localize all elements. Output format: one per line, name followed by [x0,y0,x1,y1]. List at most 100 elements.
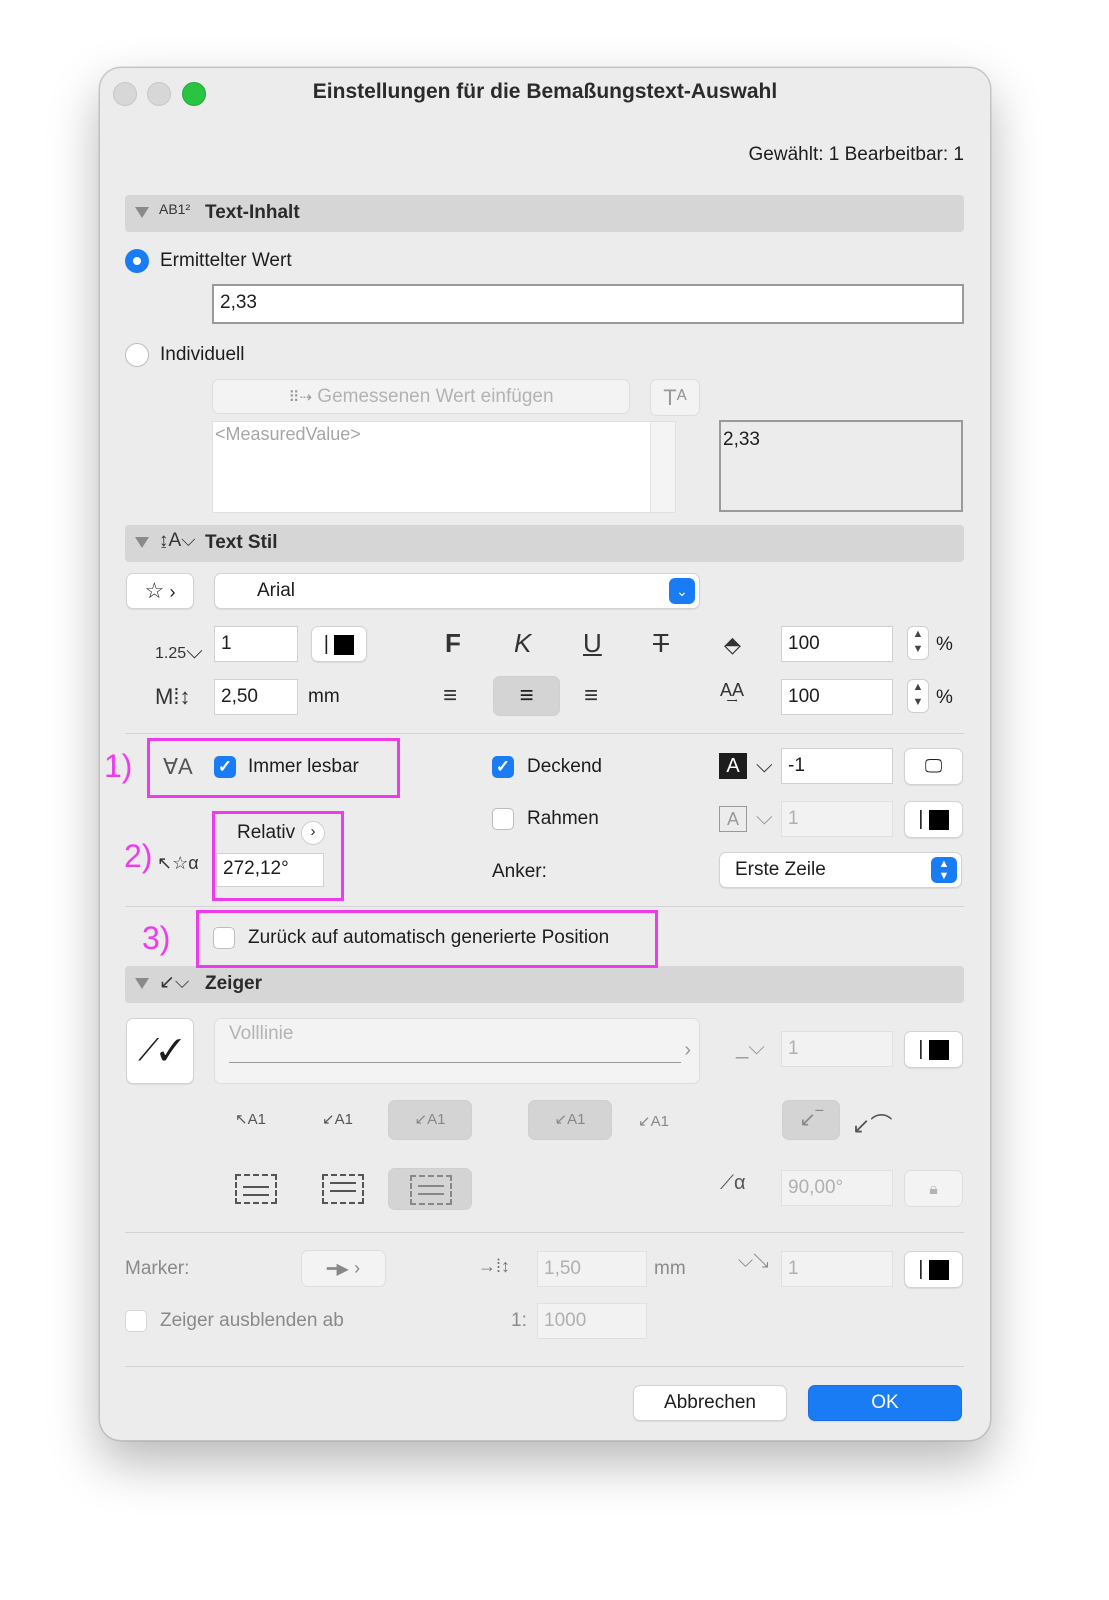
text-size-field[interactable]: 2,50 [214,679,298,715]
ok-button[interactable]: OK [808,1385,962,1421]
section-header-text-style[interactable]: ↨A⌵ Text Stil [125,525,964,562]
text-pen-field[interactable]: 1 [214,626,298,662]
font-name: Arial [257,580,296,601]
leader-type-1-button[interactable]: ↖A1 [235,1110,266,1128]
opaque-checkbox[interactable]: ✓ [492,756,514,778]
leader-angle-field[interactable]: 90,00° [781,1170,893,1206]
section-title: Text Stil [205,532,278,553]
section-header-leader[interactable]: ↙⌵ Zeiger [125,966,964,1003]
text-size-icon: M⁞↕ [155,684,191,709]
align-center-icon: ≡ [519,682,534,709]
radio-custom-label: Individuell [160,344,245,365]
anchor-bottom-button[interactable] [388,1168,472,1210]
pen-icon: ⌵ [756,804,773,829]
updown-chevron-icon: ▲ ▼ [931,857,957,883]
line-type-preview [229,1062,681,1063]
letter-spacing-unit: % [936,687,953,708]
letter-spacing-field[interactable]: 100 [781,679,893,715]
color-swatch-black [928,1259,949,1280]
leader-type-5-button[interactable]: ↙A1 [638,1112,669,1130]
leader-type-3-button[interactable]: ↙A1 [388,1100,472,1140]
disclosure-triangle-icon[interactable] [135,207,149,218]
frame-color-button[interactable]: | [904,801,963,838]
marker-size-unit: mm [654,1258,686,1279]
marker-color-button[interactable]: | [904,1251,963,1288]
text-color-button[interactable]: | [311,626,367,662]
text-format-button[interactable]: Tᴬ [650,379,700,416]
disclosure-triangle-icon[interactable] [135,537,149,548]
anchor-middle-button[interactable] [322,1174,364,1204]
marker-label: Marker: [125,1258,190,1279]
anchor-value: Erste Zeile [735,859,826,880]
frame-icon: A [719,806,747,832]
marker-type-button[interactable]: ━▶ › [301,1250,386,1287]
leader-type-4-button[interactable]: ↙A1 [528,1100,612,1140]
bold-button[interactable]: F [445,628,461,659]
background-fill-icon: A [719,753,747,779]
anchor-top-button[interactable] [235,1174,277,1204]
hide-scale-field[interactable]: 1000 [537,1303,647,1339]
divider [125,906,964,907]
favorites-button[interactable]: ☆ › [126,573,194,609]
leader-angle-icon: ⟋α [720,1172,746,1194]
arrow-marker-icon: ━▶ [326,1261,349,1278]
background-color-button[interactable]: 🖵 [904,748,963,785]
marker-size-field[interactable]: 1,50 [537,1251,647,1287]
letter-spacing-icon: A͢A [720,680,745,700]
align-left-icon[interactable]: ≡ [443,682,457,710]
cancel-button[interactable]: Abbrechen [633,1385,787,1421]
hide-leader-checkbox[interactable] [125,1310,147,1332]
leader-type-2-button[interactable]: ↙A1 [322,1110,353,1128]
insert-measured-value-button[interactable]: ⠿⇢ Gemessenen Wert einfügen [212,379,630,414]
custom-text-area[interactable]: <MeasuredValue> [212,421,676,513]
leader-pen-icon: _⌵ [736,1034,765,1059]
disclosure-triangle-icon[interactable] [135,978,149,989]
line-type-select[interactable]: Volllinie › [214,1018,700,1084]
leader-straight-button[interactable]: ↙‾ [782,1100,840,1140]
background-pen-field[interactable]: -1 [781,748,893,784]
leader-pen-field[interactable]: 1 [781,1031,893,1067]
divider [125,1366,964,1367]
text-style-icon: ↨A⌵ [159,530,196,551]
leader-toggle-button[interactable]: ⟋✓ [126,1018,194,1084]
text-size-unit: mm [308,686,340,707]
underline-button[interactable]: U [583,628,602,659]
annotation-marker-3: 3) [142,920,171,956]
anchor-select[interactable]: Erste Zeile ▲ ▼ [719,852,962,888]
align-center-button[interactable]: ≡ [493,676,560,716]
monitor-icon: 🖵 [924,756,943,776]
strikethrough-button[interactable]: T [653,628,669,659]
align-right-icon[interactable]: ≡ [584,682,598,710]
scale-prefix: 1: [511,1310,527,1331]
frame-checkbox[interactable] [492,808,514,830]
marker-size-icon: →⁞↕ [478,1256,511,1276]
leader-curved-icon[interactable]: ↙⌒ [852,1108,892,1140]
text-area-scrollbar[interactable] [650,422,675,512]
text-width-field[interactable]: 100 [781,626,893,662]
preview-value: 2,33 [723,429,760,450]
annotation-marker-2: 2) [124,838,153,874]
annotation-marker-1: 1) [104,748,133,784]
preview-box: 2,33 [719,420,963,512]
text-width-stepper[interactable]: ▲ ▼ [907,626,929,660]
radio-measured-value[interactable] [125,249,149,273]
chevron-down-icon[interactable]: ⌄ [669,578,695,604]
measured-value-field[interactable]: 2,33 [212,284,964,324]
section-title: Zeiger [205,973,263,994]
leader-color-button[interactable]: | [904,1031,963,1068]
lock-button[interactable]: 🔒︎ [904,1170,963,1207]
section-header-text-content[interactable]: AB1² Text-Inhalt [125,195,964,232]
frame-pen-field[interactable]: 1 [781,801,893,837]
divider [125,733,964,734]
font-select[interactable]: Arial ⌄ [214,573,700,609]
highlight-box-3 [196,910,658,968]
text-content-icon: AB1² [159,201,191,217]
radio-measured-label: Ermittelter Wert [160,250,292,271]
pen-size-icon: 1.25⌵ [155,638,203,663]
letter-spacing-stepper[interactable]: ▲ ▼ [907,679,929,713]
highlight-box-2 [212,811,344,901]
radio-custom[interactable] [125,343,149,367]
italic-button[interactable]: K [514,628,531,659]
leader-check-icon: ⟋✓ [138,1034,182,1067]
marker-pen-field[interactable]: 1 [781,1251,893,1287]
